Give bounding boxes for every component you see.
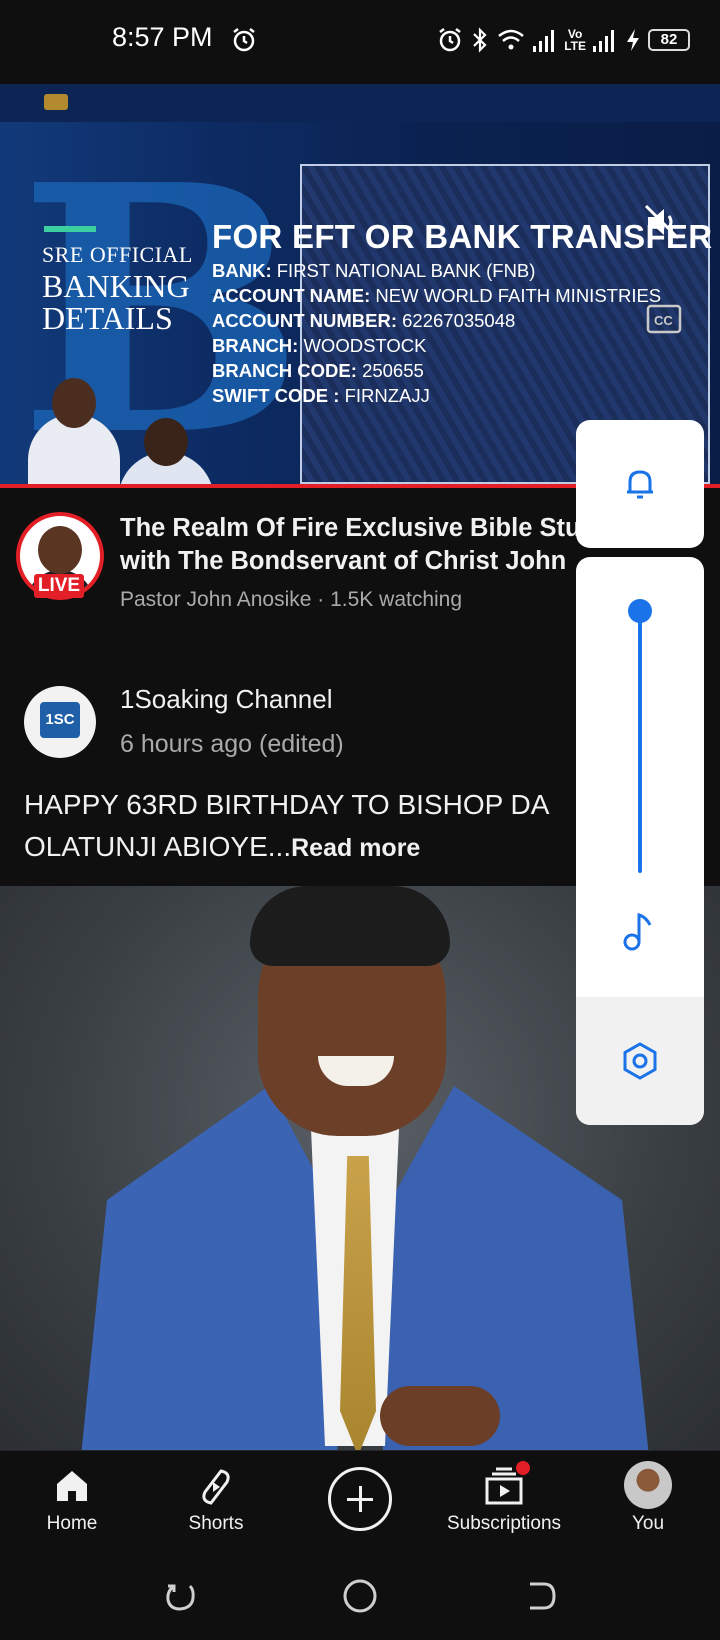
wifi-icon — [498, 29, 525, 50]
svg-text:CC: CC — [654, 313, 673, 328]
notification-button[interactable] — [576, 420, 704, 548]
system-navigation — [0, 1550, 720, 1640]
status-time: 8:57 PM — [112, 22, 213, 52]
status-icons: Vo LTE 82 — [436, 24, 690, 56]
notification-dot — [516, 1461, 530, 1475]
battery-icon: 82 — [648, 29, 690, 51]
alarm-icon — [439, 28, 461, 52]
mute-icon[interactable] — [642, 202, 682, 242]
shorts-icon — [202, 1469, 230, 1505]
signal-icon — [593, 30, 614, 52]
post-text: HAPPY 63RD BIRTHDAY TO BISHOP DA OLATUNJ… — [24, 789, 550, 862]
nav-subscriptions[interactable]: Subscriptions — [432, 1451, 576, 1551]
home-button[interactable] — [340, 1576, 380, 1616]
accent-bar — [44, 226, 96, 232]
nav-home[interactable]: Home — [0, 1451, 144, 1551]
nav-shorts[interactable]: Shorts — [144, 1451, 288, 1551]
settings-icon[interactable] — [620, 1041, 660, 1081]
captions-icon[interactable]: CC — [646, 304, 682, 334]
bell-icon — [627, 470, 653, 499]
charging-icon — [627, 29, 639, 51]
signal-icon — [533, 30, 555, 52]
alarm-icon — [233, 28, 255, 52]
bank-details: BANK: FIRST NATIONAL BANK (FNB) ACCOUNT … — [212, 260, 662, 406]
volume-panel — [576, 557, 704, 1125]
status-bar: 8:57 PM Vo LTE 82 — [0, 0, 720, 84]
bank-transfer-title: FOR EFT OR BANK TRANSFER — [212, 218, 713, 255]
avatar[interactable] — [624, 1461, 672, 1509]
volume-slider[interactable] — [638, 609, 642, 873]
live-badge: LIVE — [34, 574, 84, 598]
volte-icon: Vo LTE — [564, 27, 586, 53]
recents-button[interactable] — [160, 1576, 200, 1616]
banking-details-label: SRE OFFICIAL BANKING DETAILS — [42, 242, 193, 336]
channel-logo: 1SC — [40, 702, 80, 738]
post-timestamp: 6 hours ago (edited) — [120, 730, 344, 758]
read-more-link[interactable]: Read more — [291, 834, 420, 862]
home-icon — [57, 1471, 87, 1501]
create-button[interactable] — [328, 1467, 392, 1531]
music-note-icon[interactable] — [620, 909, 660, 953]
post-channel-name[interactable]: 1Soaking Channel — [120, 684, 333, 715]
channel-logo — [44, 94, 68, 110]
volume-slider-thumb[interactable] — [628, 599, 652, 623]
bottom-navigation: Home Shorts Subscriptions You — [0, 1450, 720, 1550]
bluetooth-icon — [473, 27, 487, 53]
post-channel-avatar[interactable]: 1SC — [24, 686, 96, 758]
back-button[interactable] — [520, 1576, 560, 1616]
video-meta: Pastor John Anosike · 1.5K watching — [120, 588, 463, 611]
